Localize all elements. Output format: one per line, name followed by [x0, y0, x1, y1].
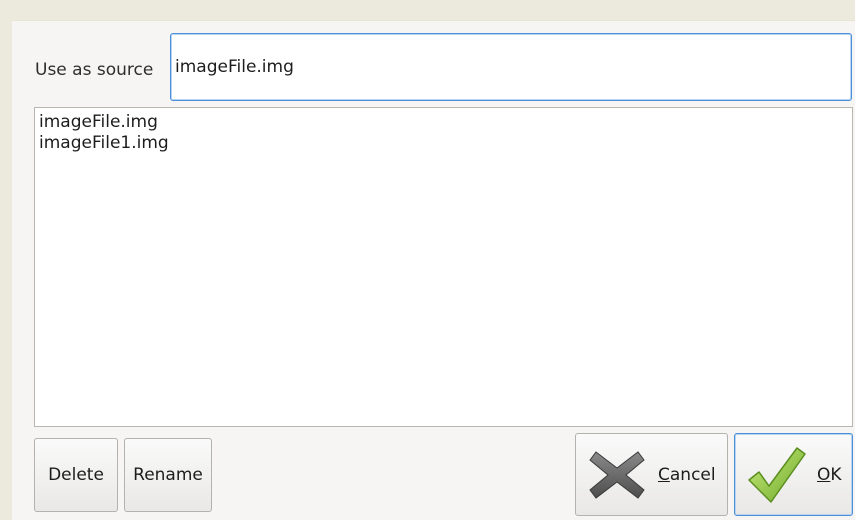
rename-button[interactable]: Rename: [124, 438, 212, 512]
ok-label-rest: K: [830, 464, 842, 485]
window-frame: Use as source imageFile.img imageFile1.i…: [0, 0, 855, 520]
file-list[interactable]: imageFile.img imageFile1.img: [34, 107, 853, 427]
source-input[interactable]: [170, 33, 852, 101]
cancel-label: Cancel: [658, 465, 716, 485]
source-label: Use as source: [35, 60, 154, 80]
list-item[interactable]: imageFile.img: [35, 112, 852, 133]
cancel-button[interactable]: Cancel: [575, 433, 728, 516]
ok-button[interactable]: OK: [734, 433, 853, 516]
cancel-mnemonic: C: [658, 464, 670, 485]
delete-button[interactable]: Delete: [34, 438, 118, 512]
cancel-label-rest: ancel: [669, 464, 716, 485]
ok-mnemonic: O: [817, 464, 831, 485]
ok-label: OK: [817, 465, 842, 485]
checkmark-icon: [748, 446, 806, 503]
list-item[interactable]: imageFile1.img: [35, 133, 852, 154]
cross-icon: [589, 450, 645, 499]
